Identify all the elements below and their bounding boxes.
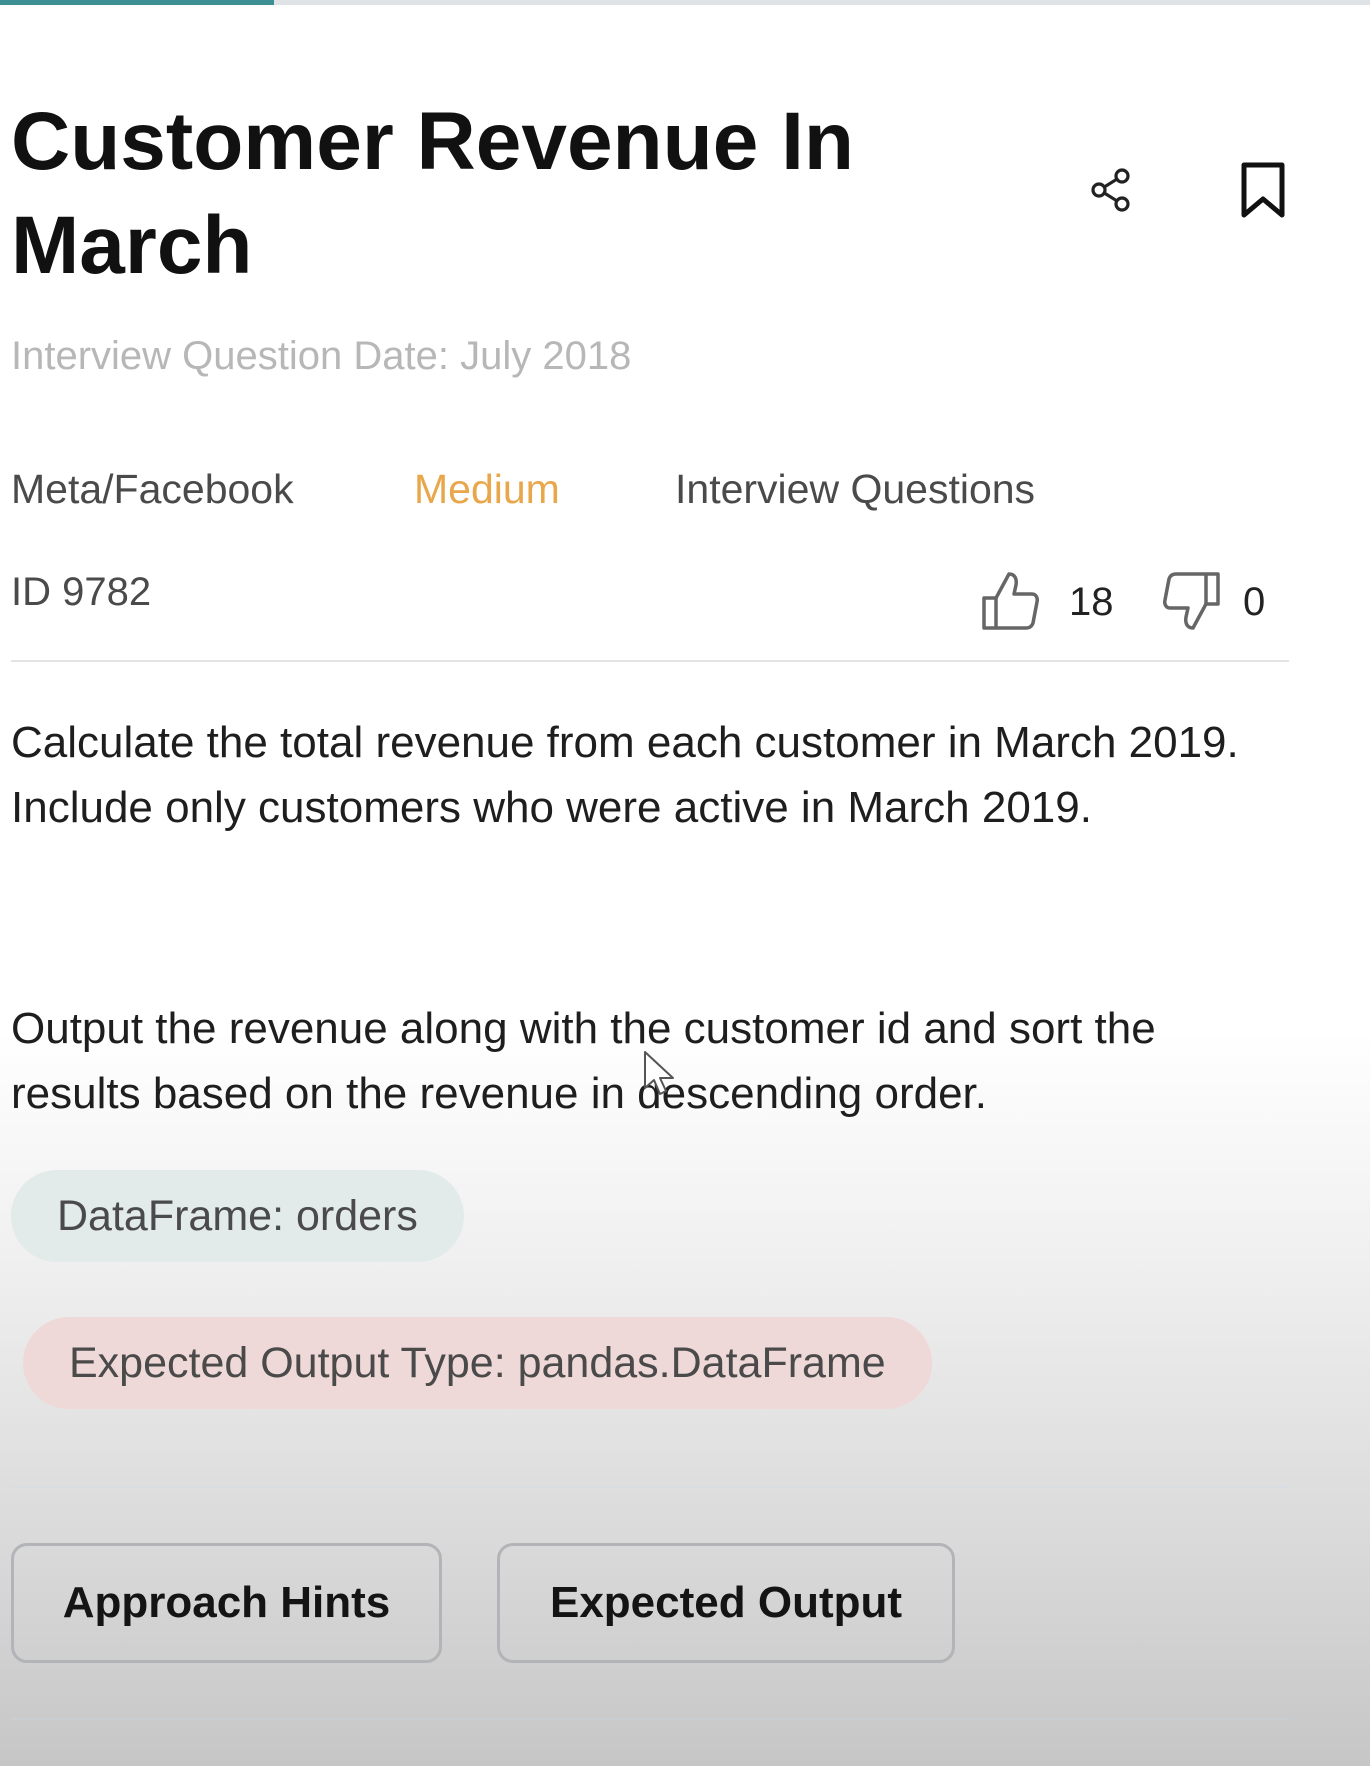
dataframe-badge: DataFrame: orders (11, 1170, 464, 1262)
company-tag[interactable]: Meta/Facebook (11, 466, 294, 513)
expected-output-type-badge: Expected Output Type: pandas.DataFrame (23, 1317, 932, 1409)
approach-hints-button[interactable]: Approach Hints (11, 1543, 442, 1663)
interview-date: Interview Question Date: July 2018 (11, 334, 632, 378)
bookmark-button[interactable] (1233, 155, 1293, 225)
divider (11, 660, 1289, 662)
progress-bar-fill (0, 0, 274, 5)
share-button[interactable] (1081, 160, 1141, 220)
thumbs-up-icon (982, 572, 1039, 630)
divider (11, 1486, 1289, 1488)
expected-output-button[interactable]: Expected Output (497, 1543, 955, 1663)
category-tag[interactable]: Interview Questions (675, 466, 1035, 513)
divider (11, 1718, 1289, 1720)
question-description: Calculate the total revenue from each cu… (11, 718, 1239, 832)
upvote-count: 18 (1069, 580, 1114, 624)
question-id: ID 9782 (11, 570, 152, 614)
question-title: Customer Revenue In March (11, 96, 854, 291)
upvote-button[interactable] (977, 566, 1043, 636)
progress-bar (0, 0, 1370, 5)
thumbs-down-icon (1163, 572, 1220, 630)
downvote-count: 0 (1243, 580, 1266, 624)
share-icon (1091, 168, 1130, 212)
difficulty-tag[interactable]: Medium (414, 466, 560, 513)
mouse-cursor-icon (644, 1051, 674, 1095)
bookmark-icon (1241, 162, 1285, 218)
downvote-button[interactable] (1159, 566, 1225, 636)
